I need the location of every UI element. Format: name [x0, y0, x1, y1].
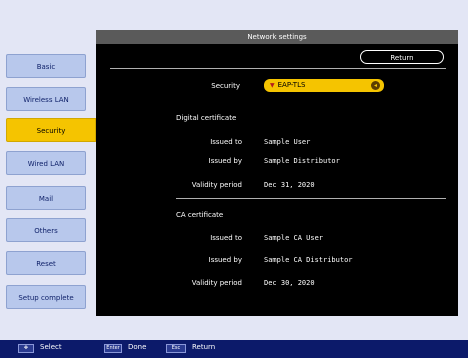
validity-period-label: Validity period: [191, 181, 242, 189]
ca-issued-by-value: Sample CA Distributor: [264, 256, 353, 264]
security-label: Security: [211, 82, 240, 90]
validity-period-value: Dec 31, 2020: [264, 181, 315, 189]
sidebar-item-basic[interactable]: Basic: [6, 54, 86, 78]
digital-certificate-heading: Digital certificate: [176, 114, 237, 122]
dropdown-arrow-icon: ▼: [270, 82, 275, 89]
sidebar-item-security[interactable]: Security: [6, 118, 96, 142]
ca-certificate-heading: CA certificate: [176, 211, 224, 219]
issued-to-label: Issued to: [210, 138, 242, 146]
return-button[interactable]: Return: [360, 50, 444, 64]
divider: [110, 68, 446, 69]
ca-validity-period-value: Dec 30, 2020: [264, 279, 315, 287]
ca-validity-period-label: Validity period: [191, 279, 242, 287]
enter-key-icon: Enter: [104, 344, 122, 353]
issued-by-label: Issued by: [208, 157, 242, 165]
divider: [176, 198, 446, 199]
content-panel: [96, 30, 458, 316]
sidebar-item-others[interactable]: Others: [6, 218, 86, 242]
sidebar-item-wired-lan[interactable]: Wired LAN: [6, 151, 86, 175]
select-key-icon: ✥: [18, 344, 34, 353]
issued-to-value: Sample User: [264, 138, 311, 146]
footer-return-label: Return: [192, 343, 216, 351]
footer-done-label: Done: [128, 343, 147, 351]
sidebar-item-setup-complete[interactable]: Setup complete: [6, 285, 86, 309]
security-dropdown[interactable]: ▼ EAP-TLS ◂: [264, 79, 384, 92]
issued-by-value: Sample Distributor: [264, 157, 340, 165]
security-value: EAP-TLS: [277, 81, 306, 89]
window-title: Network settings: [96, 30, 458, 44]
ca-issued-by-label: Issued by: [208, 256, 242, 264]
sidebar-item-mail[interactable]: Mail: [6, 186, 86, 210]
dropdown-toggle-icon: ◂: [371, 81, 380, 90]
sidebar-item-reset[interactable]: Reset: [6, 251, 86, 275]
ca-issued-to-value: Sample CA User: [264, 234, 324, 242]
ca-issued-to-label: Issued to: [210, 234, 242, 242]
footer-select-label: Select: [40, 343, 62, 351]
esc-key-icon: Esc: [166, 344, 186, 353]
footer-bar: ✥ Select Enter Done Esc Return: [0, 340, 468, 358]
sidebar-item-wireless-lan[interactable]: Wireless LAN: [6, 87, 86, 111]
